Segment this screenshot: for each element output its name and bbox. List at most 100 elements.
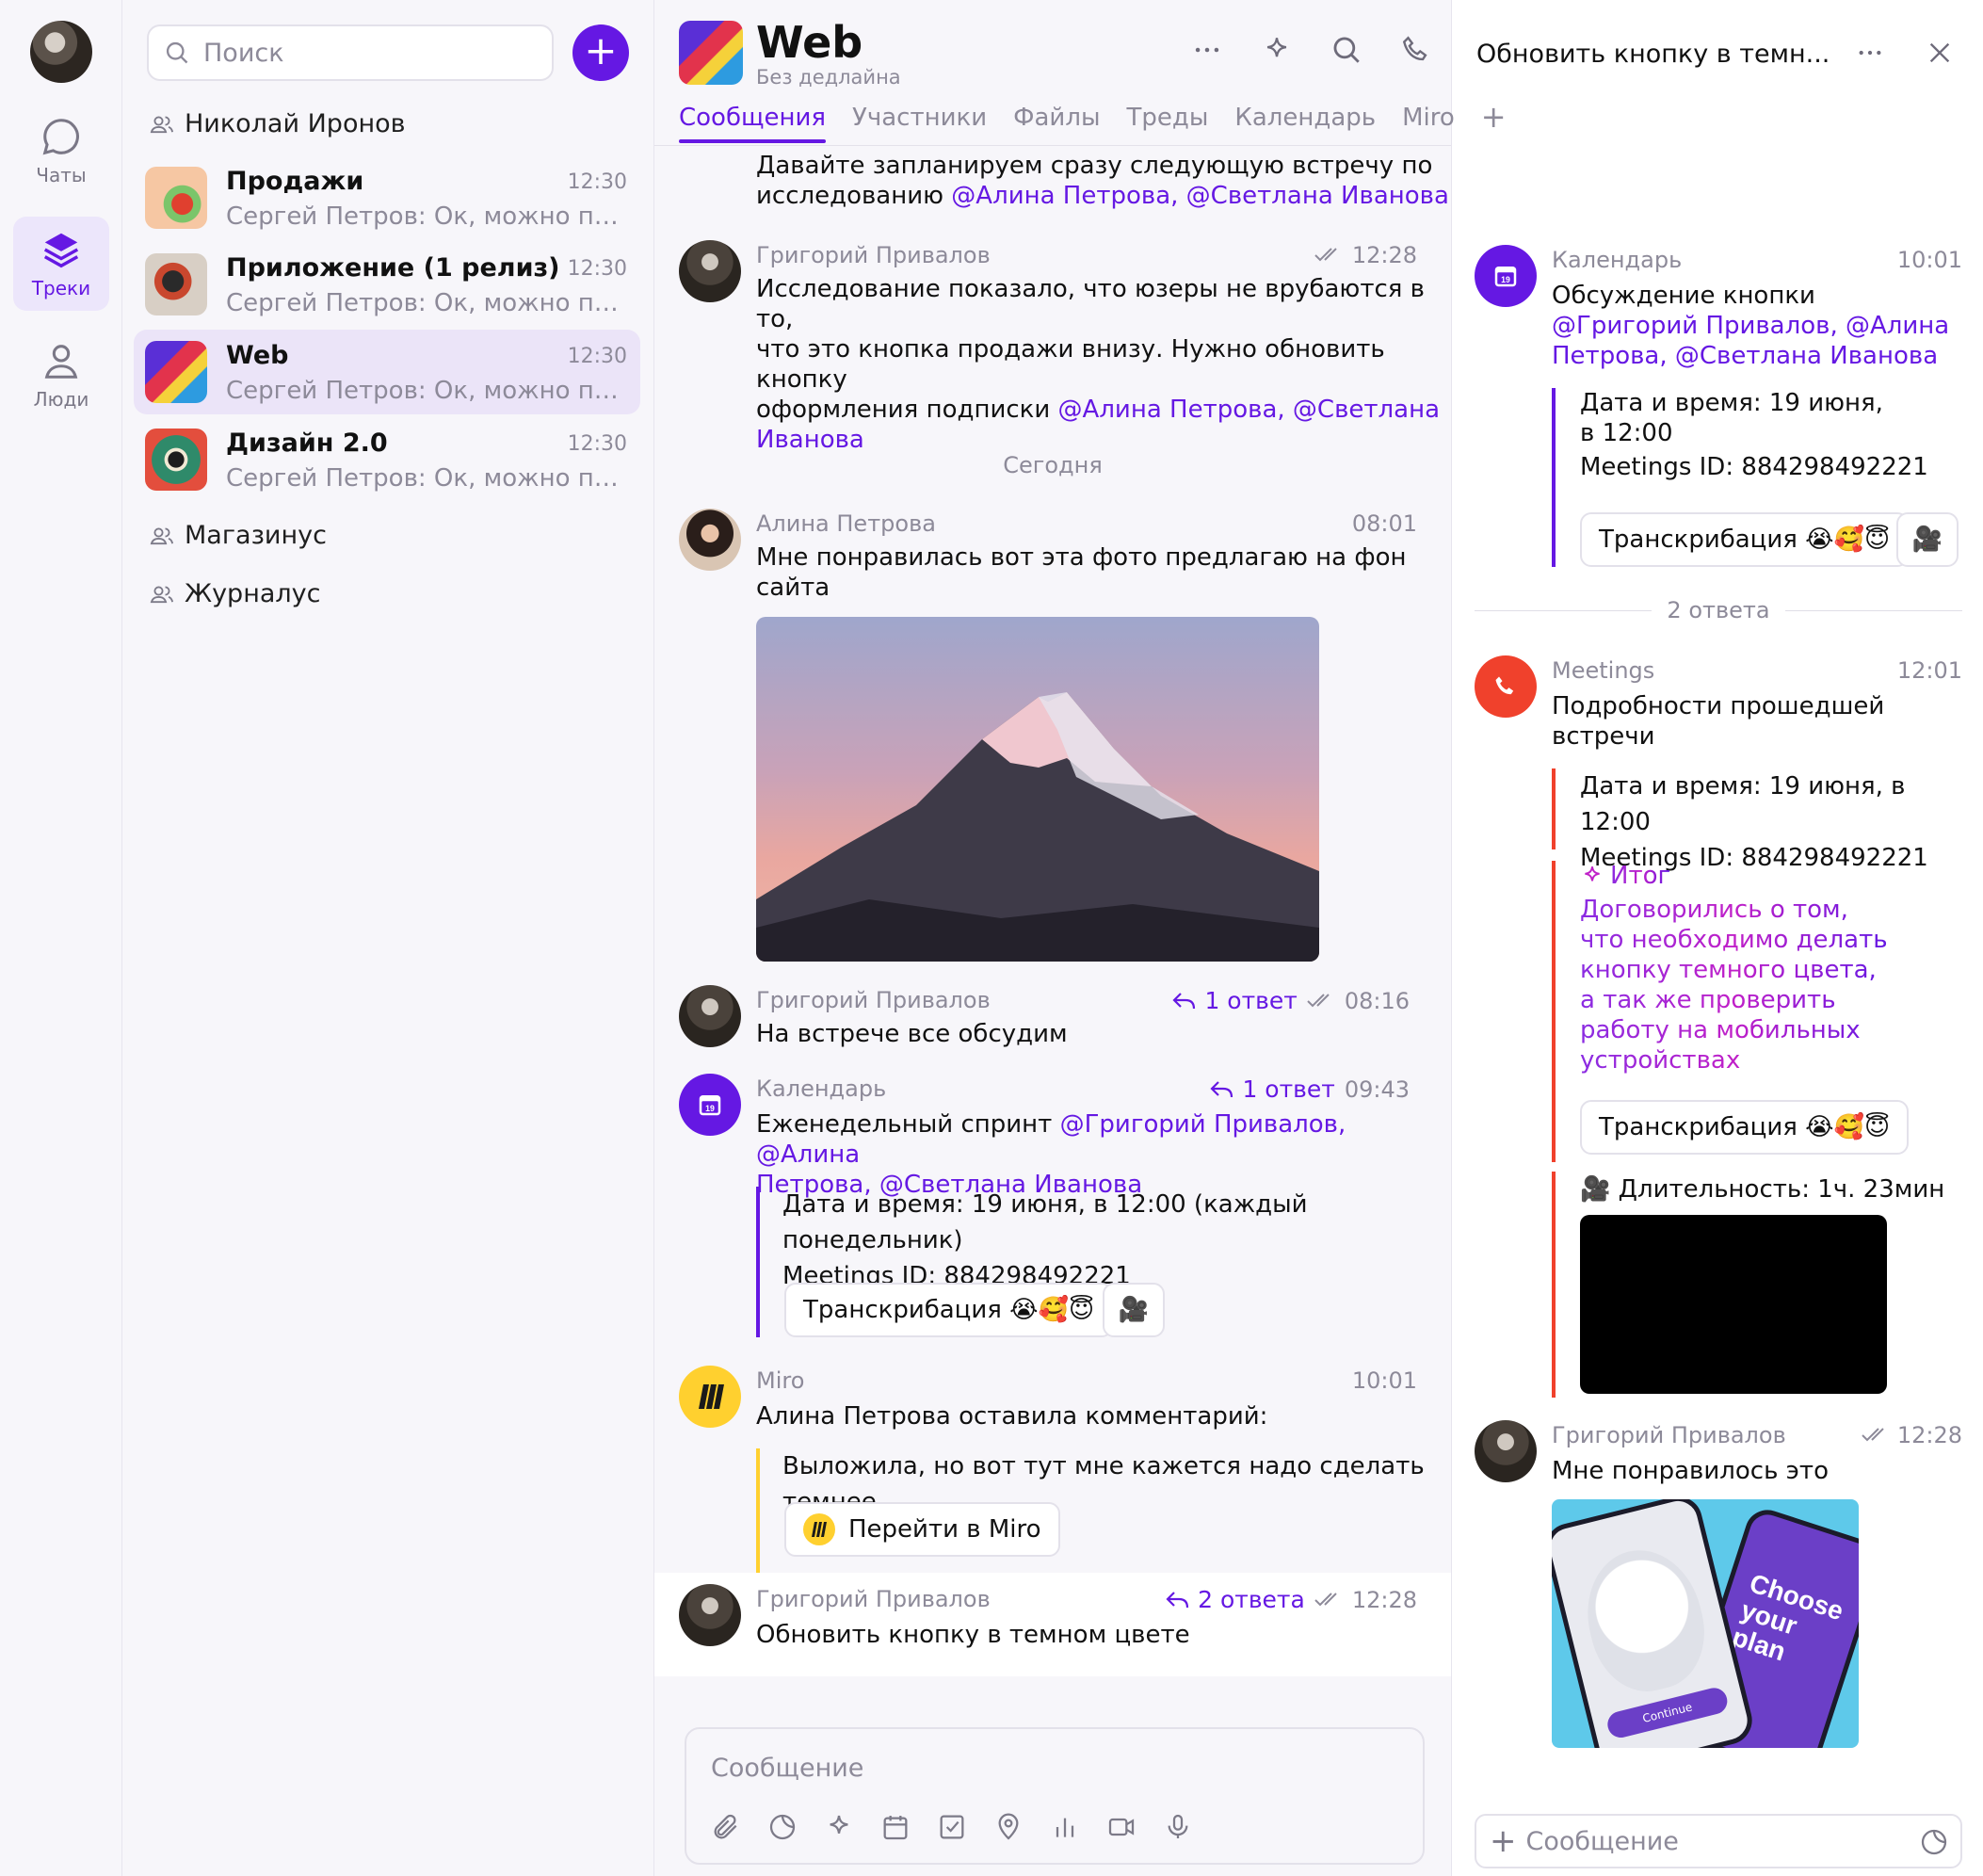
message-sender[interactable]: Григорий Привалов xyxy=(1552,1422,1786,1448)
chat-item-sales[interactable]: Продажи 12:30 Сергей Петров: Ок, можно п… xyxy=(134,155,640,240)
chat-item-design[interactable]: Дизайн 2.0 12:30 Сергей Петров: Ок, можн… xyxy=(134,417,640,502)
plus-icon[interactable]: + xyxy=(1490,1822,1517,1860)
message-meta: 12:28 xyxy=(1314,242,1417,268)
promo-image[interactable]: Choose your plan Continue xyxy=(1552,1499,1859,1748)
rail-item-people[interactable]: Люди xyxy=(13,328,109,422)
mountain-photo[interactable] xyxy=(756,617,1319,962)
chat-name: Продажи xyxy=(226,167,364,196)
chat-avatar xyxy=(145,429,207,491)
chat-subtitle: Без дедлайна xyxy=(756,66,901,89)
sparkle-icon[interactable] xyxy=(1261,34,1293,66)
tab-files[interactable]: Файлы xyxy=(1013,104,1100,143)
message-text: Подробности прошедшей встречи xyxy=(1552,692,1885,751)
message-sender[interactable]: Григорий Привалов xyxy=(756,1586,991,1612)
chat-panel: Web Без дедлайна Сообщения Участники Фай… xyxy=(654,0,1507,1876)
calendar-icon[interactable] xyxy=(880,1812,911,1842)
sparkle-icon[interactable] xyxy=(824,1812,854,1842)
chat-name: Дизайн 2.0 xyxy=(226,429,388,458)
group-icon xyxy=(150,526,174,544)
tab-threads[interactable]: Треды xyxy=(1126,104,1208,143)
add-tab-button[interactable]: + xyxy=(1481,102,1507,143)
recording-block: 🎥 Длительность: 1ч. 23мин xyxy=(1552,1172,1944,1398)
chat-time: 12:30 xyxy=(567,345,627,368)
attach-icon[interactable] xyxy=(711,1812,741,1842)
double-check-icon xyxy=(1862,1428,1884,1442)
microphone-icon[interactable] xyxy=(1163,1812,1193,1842)
chat-time: 12:30 xyxy=(567,432,627,456)
replies-link[interactable]: 2 ответа xyxy=(1166,1586,1305,1613)
transcription-button[interactable]: Транскрибация 😭🥰😇 xyxy=(784,1283,1114,1337)
miro-bot-avatar[interactable] xyxy=(679,1366,741,1428)
task-check-icon[interactable] xyxy=(937,1812,967,1842)
message-composer[interactable]: Сообщение xyxy=(685,1727,1425,1865)
transcription-button[interactable]: Транскрибация 😭🥰😇 xyxy=(1580,1100,1910,1155)
sticker-icon[interactable] xyxy=(767,1812,798,1842)
chat-item-web[interactable]: Web 12:30 Сергей Петров: Ок, можно попро… xyxy=(134,330,640,414)
message-highlighted[interactable]: Григорий Привалов 2 ответа 12:28 Обновит… xyxy=(654,1573,1451,1676)
open-miro-button[interactable]: Перейти в Miro xyxy=(784,1502,1060,1557)
chat-item-app[interactable]: Приложение (1 релиз) 12:30 Сергей Петров… xyxy=(134,242,640,327)
tab-members[interactable]: Участники xyxy=(852,104,987,143)
close-icon[interactable] xyxy=(1925,38,1955,68)
double-check-icon xyxy=(1314,248,1337,262)
message-sender[interactable]: Григорий Привалов xyxy=(756,987,991,1013)
more-icon[interactable] xyxy=(1855,38,1885,68)
new-chat-button[interactable]: + xyxy=(572,24,629,81)
message-text: Обсуждение кнопки @Григорий Привалов, @А… xyxy=(1552,282,1950,370)
video-icon[interactable] xyxy=(1106,1812,1137,1842)
transcription-button[interactable]: Транскрибация 😭🥰😇 xyxy=(1580,512,1910,567)
camera-button[interactable]: 🎥 xyxy=(1896,512,1959,567)
double-check-icon xyxy=(1307,993,1330,1007)
replies-link[interactable]: 1 ответ xyxy=(1172,987,1298,1014)
avatar[interactable] xyxy=(679,985,741,1047)
thread-composer[interactable]: + Сообщение xyxy=(1475,1814,1962,1868)
avatar[interactable] xyxy=(679,509,741,571)
avatar[interactable] xyxy=(1475,1420,1537,1482)
tab-calendar[interactable]: Календарь xyxy=(1234,104,1376,143)
avatar[interactable] xyxy=(679,1584,741,1646)
message-sender[interactable]: Meetings xyxy=(1552,657,1654,684)
group-name: Журналус xyxy=(185,579,321,608)
promo-continue-button: Continue xyxy=(1604,1685,1731,1740)
chat-preview: Сергей Петров: Ок, можно попроб.. xyxy=(226,464,631,493)
rail-item-tracks[interactable]: Треки xyxy=(13,217,109,311)
chat-time: 12:30 xyxy=(567,257,627,281)
message-meta: 2 ответа 12:28 xyxy=(1166,1586,1417,1613)
more-icon[interactable] xyxy=(1191,34,1223,66)
message-time: 12:28 xyxy=(1351,242,1417,268)
user-avatar[interactable] xyxy=(30,21,92,83)
camera-button[interactable]: 🎥 xyxy=(1103,1283,1165,1337)
tab-messages[interactable]: Сообщения xyxy=(679,104,827,143)
sparkle-icon xyxy=(1585,866,1600,881)
meetings-bot-avatar[interactable] xyxy=(1475,655,1537,718)
group-item[interactable]: Магазинус xyxy=(149,521,327,550)
avatar[interactable] xyxy=(679,240,741,302)
poll-icon[interactable] xyxy=(1050,1812,1080,1842)
double-check-icon xyxy=(1314,1592,1337,1606)
message-sender[interactable]: Алина Петрова xyxy=(756,510,936,537)
message-sender[interactable]: Календарь xyxy=(756,1075,886,1102)
search-icon[interactable] xyxy=(1330,34,1362,66)
chat-list-panel: Поиск + Николай Иронов Продажи 12:30 Сер… xyxy=(122,0,654,1876)
rail-item-chats[interactable]: Чаты xyxy=(13,104,109,198)
message-text: Исследование показало, что юзеры не вруб… xyxy=(756,275,1441,454)
sticker-icon[interactable] xyxy=(1919,1827,1949,1857)
message-sender[interactable]: Календарь xyxy=(1552,247,1682,273)
message-meta: 10:01 xyxy=(1352,1367,1417,1394)
phone-icon[interactable] xyxy=(1400,34,1432,66)
video-recording[interactable] xyxy=(1580,1215,1887,1394)
message-text: Мне понравилась вот эта фото предлагаю н… xyxy=(756,543,1407,602)
message-sender[interactable]: Григорий Привалов xyxy=(756,242,991,268)
tab-miro[interactable]: Miro xyxy=(1402,104,1455,143)
search-input[interactable]: Поиск xyxy=(147,24,554,81)
calendar-bot-avatar[interactable]: 19 xyxy=(1475,245,1537,307)
composer-placeholder: Сообщение xyxy=(711,1754,864,1783)
group-item[interactable]: Журналус xyxy=(149,579,320,608)
calendar-bot-avatar[interactable]: 19 xyxy=(679,1074,741,1136)
replies-link[interactable]: 1 ответ xyxy=(1210,1075,1335,1103)
group-item[interactable]: Николай Иронов xyxy=(149,109,406,138)
message-sender[interactable]: Miro xyxy=(756,1367,804,1394)
message-time: 12:01 xyxy=(1896,657,1962,684)
calendar-icon: 19 xyxy=(699,1095,721,1116)
location-icon[interactable] xyxy=(993,1812,1024,1842)
